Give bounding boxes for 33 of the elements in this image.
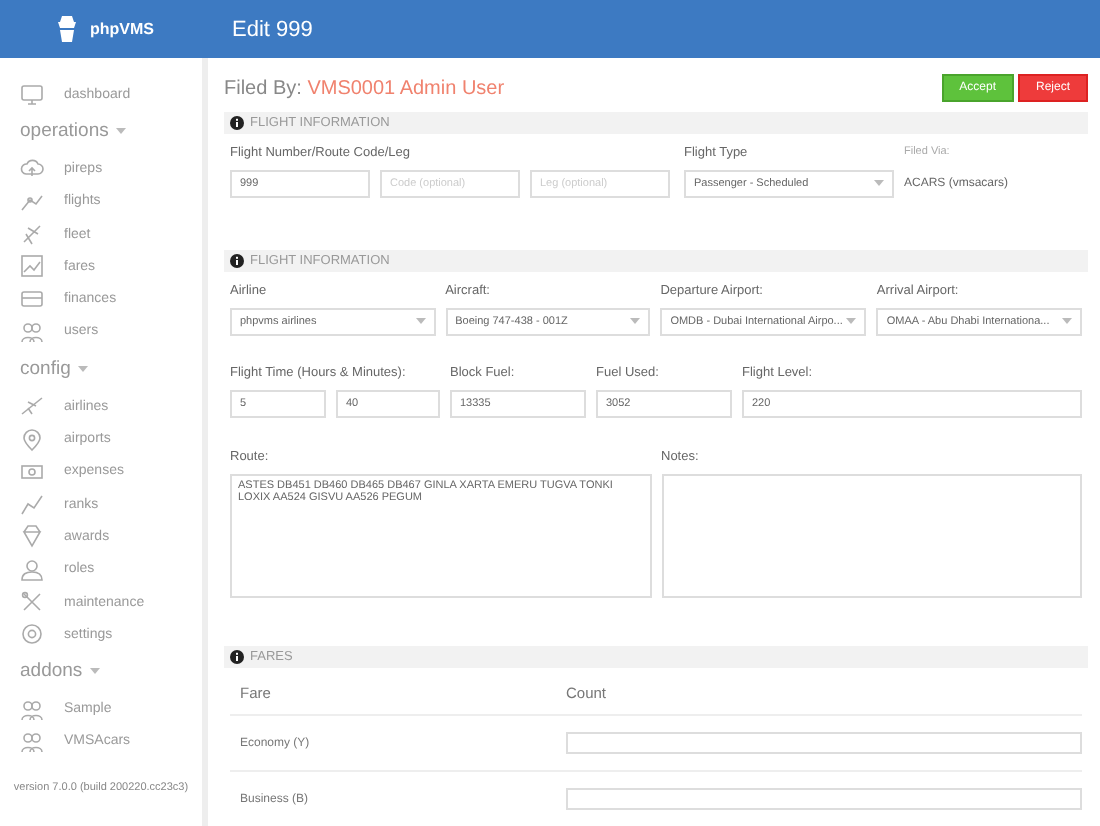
- page-title: Edit 999: [232, 17, 313, 41]
- caret-icon: [116, 127, 127, 136]
- chart-icon: [20, 254, 44, 279]
- info-icon: [230, 116, 244, 130]
- sidebar-section[interactable]: config: [20, 358, 71, 381]
- caret-icon: [415, 318, 426, 326]
- user-icon: [20, 557, 44, 582]
- sidebar-section[interactable]: addons: [20, 660, 83, 683]
- input-field[interactable]: [566, 732, 1082, 754]
- caret-icon: [78, 365, 89, 374]
- input-field[interactable]: [566, 788, 1082, 810]
- caret-icon: [846, 318, 857, 326]
- info-icon: [230, 254, 244, 268]
- brand-name: phpVMS: [90, 20, 154, 38]
- diamond-icon: [20, 524, 44, 549]
- filed-by-text: Filed By: VMS0001 Admin User: [224, 77, 505, 99]
- trend-icon: [20, 492, 44, 517]
- caret-icon: [1062, 318, 1072, 326]
- users-icon: [20, 319, 44, 344]
- users-icon: [20, 729, 44, 754]
- tools-icon: [20, 590, 44, 614]
- info-icon: [230, 650, 244, 664]
- cloud-icon: [20, 156, 44, 181]
- gear-icon: [20, 622, 44, 647]
- pin-icon: [20, 427, 44, 452]
- caret-icon: [630, 318, 641, 326]
- caret-icon: [874, 180, 884, 188]
- notes-textarea[interactable]: [661, 474, 1082, 598]
- money-icon: [20, 459, 44, 484]
- caret-icon: [90, 667, 101, 676]
- users-icon: [20, 697, 44, 722]
- logo-icon: [54, 14, 80, 44]
- sidebar-section[interactable]: operations: [20, 120, 109, 143]
